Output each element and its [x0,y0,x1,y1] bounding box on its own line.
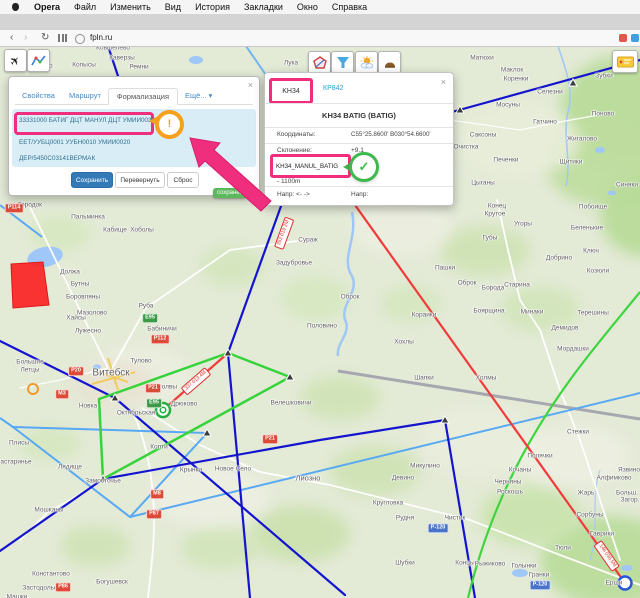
helmet-icon [383,57,397,69]
tab-properties[interactable]: Свойства [15,88,62,104]
waypoint-batig-marker[interactable] [156,403,170,417]
tab-formalization[interactable]: Формализация [108,88,178,105]
weather-button[interactable] [355,51,378,74]
route-tool-button[interactable] [27,49,50,72]
flight-plan-tabs: Свойства Маршрут Формализация Ещё... ▾ [15,82,253,105]
tab-route[interactable]: Маршрут [62,88,108,104]
tab-kr842[interactable]: КР842 [323,85,343,92]
menubar-item[interactable]: Закладки [237,2,290,12]
coords-value: С55°25.8600' В030°54.6600' [351,131,431,138]
warning-icon: ! [155,110,184,139]
browser-tabbar [0,14,640,31]
site-badge-icon[interactable] [75,34,85,44]
eet-string: ЕЕТ/УУБЦ0001 УУБН0010 УМИИ0020 [19,139,130,146]
weather-sun-cloud-icon [359,56,375,69]
zones-button[interactable] [308,51,331,74]
menubar-item[interactable]: Файл [67,2,103,12]
funnel-icon [336,56,350,69]
reload-button[interactable]: ↻ [41,31,49,45]
filter-button[interactable] [331,51,354,74]
address-bar[interactable]: fpln.ru [90,33,112,42]
tab-kh34[interactable]: KH34 [269,78,313,104]
close-icon[interactable]: × [248,81,253,90]
extension-icon[interactable] [619,34,627,42]
coords-label: Координаты: [277,131,315,138]
range-circle-green [468,292,640,598]
check-icon: ✓ [349,152,379,182]
formalized-plan-field[interactable]: 33331000 БАТИГ ДЦТ МАНУЛ ДЦТ УМИИ0032 ЕЕ… [12,109,256,167]
waypoint-popup: KH34 КР842 × KH34 BATIG (BATIG) Координа… [264,72,454,206]
declination-label: Склонение: [277,147,312,154]
waypoint-circle-marker[interactable] [619,577,632,590]
save-button[interactable]: Сохранить [71,172,113,188]
direction-left: Напр: <- -> [277,191,310,198]
dep-string: ДЕР/5450С03141ВЕРМАК [19,155,95,162]
point-orange-ring [28,384,38,394]
speed-dial-icon[interactable] [58,34,67,42]
menubar-item[interactable]: Справка [325,2,374,12]
waypoint-title: KH34 BATIG (BATIG) [265,111,453,120]
screen: OperaФайлИзменитьВидИсторияЗакладкиОкноС… [0,0,640,598]
route-chart-icon [31,54,46,67]
menubar-item[interactable]: Изменить [103,2,158,12]
yellow-card-icon [617,56,634,68]
altitude-value: - 1100m [277,178,300,185]
ruler-button[interactable] [612,50,638,73]
apple-icon[interactable] [12,3,19,11]
drone-tool-button[interactable]: ✈ [4,49,27,72]
flight-zone-green[interactable] [99,353,290,479]
menubar-item[interactable]: Opera [27,2,67,12]
reset-button[interactable]: Сброс [167,172,199,188]
flip-button[interactable]: Перевернуть [115,172,165,188]
direction-right: Напр: [351,191,368,198]
route-string: 33331000 БАТИГ ДЦТ МАНУЛ ДЦТ УМИИ0032 [19,117,155,124]
menubar-item[interactable]: История [188,2,237,12]
saved-status-badge: сохранен [213,188,247,198]
close-icon[interactable]: × [441,78,446,87]
sidebar-icon[interactable] [631,34,639,42]
flight-plan-panel: Свойства Маршрут Формализация Ещё... ▾ ×… [8,76,260,196]
back-button[interactable]: ‹ [10,31,13,45]
menubar-item[interactable]: Окно [290,2,325,12]
menubar-item[interactable]: Вид [158,2,188,12]
forward-button[interactable]: › [24,31,27,45]
tab-more[interactable]: Ещё... ▾ [178,88,219,104]
browser-toolbar: ‹ › ↻ fpln.ru [0,30,640,47]
macos-menubar: OperaФайлИзменитьВидИсторияЗакладкиОкноС… [0,0,640,15]
pilot-button[interactable] [378,51,401,74]
polygon-map-icon [313,56,327,70]
plane-icon: ✈ [7,52,24,69]
restricted-zone-red[interactable] [11,262,49,308]
